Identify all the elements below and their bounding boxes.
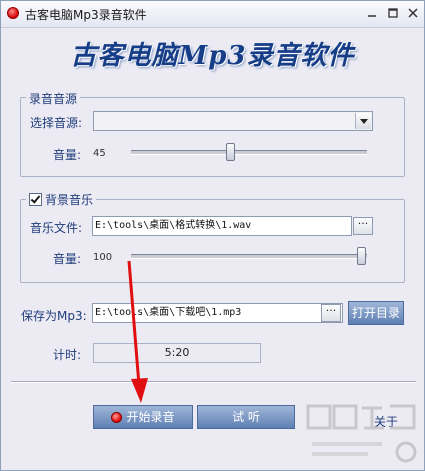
record-volume-track xyxy=(131,150,367,155)
record-volume-thumb[interactable] xyxy=(226,143,235,161)
start-record-label: 开始录音 xyxy=(126,410,175,424)
app-window: 古客电脑Mp3录音软件 古客电脑Mp3录音软件 录音音源 选择音源: 音量: 4… xyxy=(0,0,425,471)
source-select-label: 选择音源: xyxy=(30,116,83,130)
source-select[interactable] xyxy=(93,111,373,131)
record-source-group xyxy=(20,97,405,177)
close-icon[interactable] xyxy=(406,6,420,20)
title-bar: 古客电脑Mp3录音软件 xyxy=(1,1,424,28)
minimize-icon[interactable] xyxy=(365,6,379,20)
background-music-label: 背景音乐 xyxy=(45,193,94,207)
chevron-down-icon[interactable] xyxy=(355,113,371,129)
music-volume-label: 音量: xyxy=(53,252,82,266)
open-folder-button[interactable]: 打开目录 xyxy=(348,301,404,325)
divider xyxy=(11,381,416,383)
maximize-icon[interactable] xyxy=(386,6,400,20)
window-title: 古客电脑Mp3录音软件 xyxy=(25,8,147,22)
timer-label: 计时: xyxy=(53,348,82,362)
record-icon xyxy=(111,412,123,423)
music-volume-track xyxy=(131,254,367,259)
save-path-label: 保存为Mp3: xyxy=(21,309,87,323)
music-file-browse-button[interactable]: ··· xyxy=(353,217,373,235)
record-source-legend: 录音音源 xyxy=(26,90,81,107)
record-volume-slider[interactable] xyxy=(131,143,367,161)
background-music-legend: 背景音乐 xyxy=(26,191,97,208)
annotation-arrow-icon xyxy=(127,260,148,403)
record-volume-label: 音量: xyxy=(53,148,82,162)
start-record-button[interactable]: 开始录音 xyxy=(93,405,193,429)
music-volume-value: 100 xyxy=(93,252,113,263)
music-file-label: 音乐文件: xyxy=(30,221,83,235)
background-music-group xyxy=(20,199,405,283)
background-music-checkbox[interactable] xyxy=(29,193,42,206)
app-record-icon xyxy=(7,7,19,19)
save-path-browse-button[interactable]: ··· xyxy=(321,304,341,322)
record-volume-value: 45 xyxy=(93,148,106,159)
music-file-input[interactable]: E:\tools\桌面\格式转换\1.wav xyxy=(92,216,352,236)
app-banner-title: 古客电脑Mp3录音软件 xyxy=(70,41,355,71)
listen-button[interactable]: 试 听 xyxy=(197,405,295,429)
watermark-logo-icon xyxy=(306,404,417,463)
music-volume-slider[interactable] xyxy=(131,247,367,265)
music-volume-thumb[interactable] xyxy=(357,247,366,265)
